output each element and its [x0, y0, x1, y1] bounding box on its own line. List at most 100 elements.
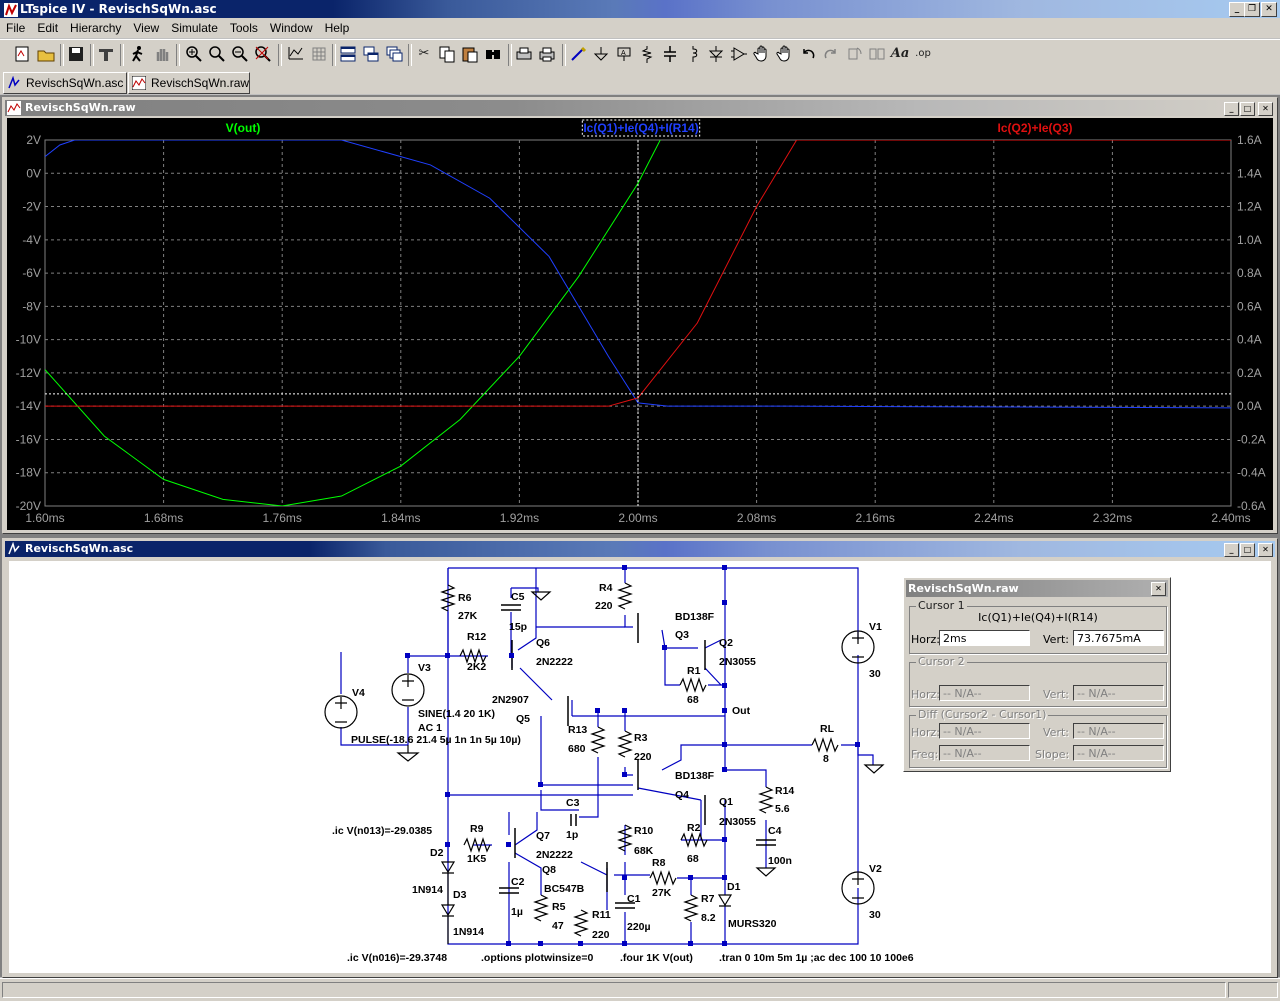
label-r2-value: 68 — [687, 853, 699, 865]
series-legend-label[interactable]: Ic(Q1)+Ie(Q4)+I(R14) — [583, 121, 698, 135]
schematic-close-button[interactable]: ✕ — [1258, 543, 1273, 557]
tile-horizontal-icon[interactable] — [338, 44, 358, 64]
copy-icon[interactable] — [437, 44, 457, 64]
y-left-tick-label: -6V — [22, 266, 41, 280]
schematic-minimize-button[interactable]: _ — [1224, 543, 1239, 557]
y-right-tick-label: 0.6A — [1237, 299, 1262, 313]
diode-icon[interactable] — [706, 44, 726, 64]
zoom-fit-icon[interactable] — [253, 44, 273, 64]
y-right-tick-label: -0.2A — [1237, 432, 1266, 446]
schematic-maximize-button[interactable]: □ — [1240, 543, 1255, 557]
restore-app-button[interactable]: ❐ — [1244, 2, 1260, 17]
tran-directive: .tran 0 10m 5m 1µ ;ac dec 100 10 100e6 — [719, 952, 914, 964]
menu-view[interactable]: View — [127, 18, 165, 38]
move-icon[interactable] — [752, 44, 772, 64]
waveform-window: RevischSqWn.raw _ □ ✕ 1.60ms 1.68ms 1.76ms… — [2, 97, 1278, 534]
waveform-plot[interactable]: 1.60ms 1.68ms 1.76ms 1.84ms 1.92ms 2.00ms 2.08… — [7, 118, 1273, 530]
drag-icon[interactable] — [775, 44, 795, 64]
halt-icon[interactable] — [152, 44, 172, 64]
diff-horz-field: -- N/A-- — [939, 723, 1030, 739]
menu-window[interactable]: Window — [264, 18, 319, 38]
menu-tools[interactable]: Tools — [224, 18, 264, 38]
svg-text:A: A — [621, 50, 626, 57]
diff-group: Diff (Cursor2 - Cursor1) Horz: -- N/A-- … — [909, 708, 1167, 768]
ltspice-app-icon[interactable] — [3, 2, 19, 18]
label-c4-value: 100n — [768, 855, 792, 867]
ground-icon[interactable] — [591, 44, 611, 64]
label-c2-value: 1µ — [511, 906, 523, 918]
text-icon[interactable]: Aa — [890, 44, 910, 64]
autorange-icon[interactable] — [286, 44, 306, 64]
cursor1-trace-name: Ic(Q1)+Ie(Q4)+I(R14) — [978, 611, 1098, 624]
paste-icon[interactable] — [460, 44, 480, 64]
menu-help[interactable]: Help — [319, 18, 356, 38]
cursor-panel-titlebar: RevischSqWn.raw ✕ — [906, 580, 1168, 597]
waveform-maximize-button[interactable]: □ — [1240, 102, 1255, 116]
tab-waveform[interactable]: RevischSqWn.raw — [128, 72, 250, 94]
new-schematic-icon[interactable] — [12, 44, 32, 64]
label-q5-part: 2N2907 — [492, 694, 529, 706]
cursor1-horz-field[interactable]: 2ms — [939, 630, 1030, 646]
waveform-minimize-button[interactable]: _ — [1224, 102, 1239, 116]
capacitor-icon[interactable] — [660, 44, 680, 64]
label-d1: D1 — [727, 881, 741, 893]
ic-directive-2: .ic V(n016)=-29.3748 — [347, 952, 447, 964]
grid-icon[interactable] — [309, 44, 329, 64]
menu-bar: File Edit Hierarchy View Simulate Tools Window… — [0, 18, 1280, 38]
label-net-icon[interactable]: A — [614, 44, 634, 64]
menu-edit[interactable]: Edit — [31, 18, 64, 38]
draw-wire-icon[interactable] — [568, 44, 588, 64]
close-app-button[interactable]: ✕ — [1261, 2, 1277, 17]
y-left-tick-label: -18V — [16, 466, 41, 480]
series-legend-label[interactable]: Ic(Q2)+Ie(Q3) — [997, 121, 1072, 135]
tile-vertical-icon[interactable] — [361, 44, 381, 64]
schematic-window-title: RevischSqWn.asc — [25, 542, 134, 555]
control-panel-icon[interactable] — [96, 44, 116, 64]
menu-simulate[interactable]: Simulate — [165, 18, 224, 38]
menu-hierarchy[interactable]: Hierarchy — [64, 18, 127, 38]
resistor-icon[interactable] — [637, 44, 657, 64]
waveform-close-button[interactable]: ✕ — [1258, 102, 1273, 116]
diff-freq-label: Freq: — [911, 748, 939, 761]
y-left-tick-label: -12V — [16, 366, 41, 380]
label-v4: V4 — [352, 687, 365, 699]
mirror-icon[interactable] — [867, 44, 887, 64]
zoom-out-icon[interactable] — [230, 44, 250, 64]
label-r10: R10 — [634, 825, 653, 837]
label-v3-ac: AC 1 — [418, 722, 442, 734]
zoom-in-icon[interactable] — [184, 44, 204, 64]
label-r11-value: 220 — [592, 929, 610, 941]
label-r14: R14 — [775, 785, 794, 797]
rotate-icon[interactable] — [844, 44, 864, 64]
cursor1-group: Cursor 1 Ic(Q1)+Ie(Q4)+I(R14) Horz: 2ms … — [909, 599, 1167, 654]
label-r14-value: 5.6 — [775, 803, 790, 815]
cut-icon[interactable]: ✂ — [414, 44, 434, 64]
run-icon[interactable] — [128, 44, 148, 64]
undo-icon[interactable] — [798, 44, 818, 64]
print-setup-icon[interactable] — [514, 44, 534, 64]
find-icon[interactable] — [483, 44, 503, 64]
tab-schematic-label: RevischSqWn.asc — [26, 76, 124, 90]
tab-schematic[interactable]: RevischSqWn.asc — [3, 72, 127, 94]
y-left-tick-label: -10V — [16, 333, 41, 347]
inductor-icon[interactable] — [683, 44, 703, 64]
save-icon[interactable] — [66, 44, 86, 64]
menu-file[interactable]: File — [0, 18, 31, 38]
open-icon[interactable] — [36, 44, 56, 64]
y-right-tick-label: 0.2A — [1237, 366, 1262, 380]
label-v3: V3 — [418, 662, 431, 674]
series-legend-label[interactable]: V(out) — [226, 121, 261, 135]
print-icon[interactable] — [537, 44, 557, 64]
waveform-window-title: RevischSqWn.raw — [25, 101, 136, 114]
waveform-window-titlebar: RevischSqWn.raw _ □ ✕ — [5, 100, 1275, 116]
label-r1-value: 68 — [687, 694, 699, 706]
cascade-icon[interactable] — [384, 44, 404, 64]
component-icon[interactable] — [729, 44, 749, 64]
redo-icon[interactable] — [821, 44, 841, 64]
spice-directive-icon[interactable]: .op — [913, 44, 933, 64]
cursor-panel-close-button[interactable]: ✕ — [1151, 582, 1166, 596]
cursor1-vert-field[interactable]: 73.7675mA — [1073, 630, 1164, 646]
minimize-app-button[interactable]: _ — [1229, 2, 1245, 17]
label-q2: Q2 — [719, 637, 733, 649]
zoom-pan-icon[interactable] — [207, 44, 227, 64]
